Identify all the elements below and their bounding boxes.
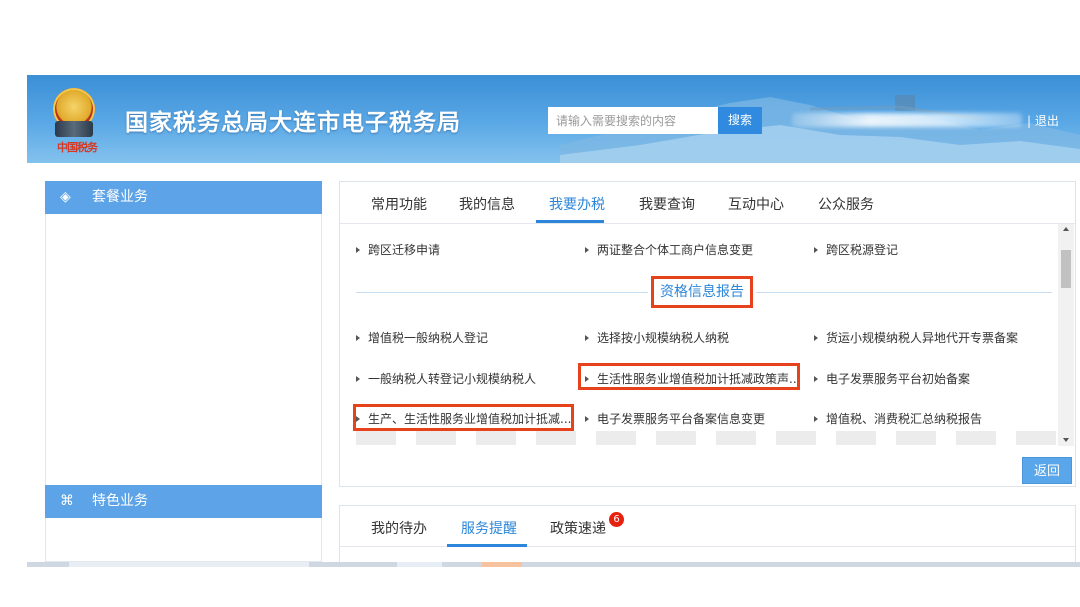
site-header: 中国税务 国家税务总局大连市电子税务局 搜索 | 退出: [27, 75, 1080, 163]
item-label: 货运小规模纳税人异地代开专票备案: [826, 331, 1019, 345]
scroll-down-icon[interactable]: [1063, 438, 1069, 442]
list-item[interactable]: 增值税、消费税汇总纳税报告: [814, 410, 982, 427]
list-item[interactable]: 跨区迁移申请: [356, 241, 440, 258]
scroll-up-icon[interactable]: [1063, 227, 1069, 231]
list-item[interactable]: 一般纳税人转登记小规模纳税人: [356, 370, 536, 387]
scroll-thumb[interactable]: [1061, 250, 1071, 288]
emblem-caption: 中国税务: [57, 141, 98, 154]
arrow-right-icon: [356, 246, 360, 253]
list-item[interactable]: 电子发票服务平台备案信息变更: [585, 410, 765, 427]
list-item[interactable]: 货运小规模纳税人异地代开专票备案: [814, 329, 1018, 346]
tab-common-functions[interactable]: 常用功能: [371, 194, 427, 214]
list-item[interactable]: 电子发票服务平台初始备案: [814, 370, 970, 387]
item-label: 跨区税源登记: [826, 243, 899, 257]
arrow-right-icon: [356, 375, 360, 382]
featured-services-header[interactable]: ⌘ 特色业务: [45, 485, 322, 518]
arrow-right-icon: [356, 334, 360, 341]
tab-my-todo[interactable]: 我的待办: [371, 518, 427, 538]
notification-badge: 6: [609, 512, 624, 527]
notice-panel: 我的待办 服务提醒 政策速递 6: [339, 505, 1076, 567]
package-services-header[interactable]: ◈ 套餐业务: [45, 181, 322, 214]
main-tabs: 常用功能 我的信息 我要办税 我要查询 互动中心 公众服务: [340, 182, 1075, 224]
user-info-redacted: [792, 113, 1022, 127]
list-item[interactable]: 选择按小规模纳税人纳税: [585, 329, 729, 346]
tab-service-reminder[interactable]: 服务提醒: [461, 518, 517, 538]
tab-tax-handling[interactable]: 我要办税: [549, 194, 605, 214]
list-scrollbar[interactable]: [1058, 224, 1074, 446]
list-item[interactable]: 两证整合个体工商户信息变更: [585, 241, 753, 258]
tab-interaction[interactable]: 互动中心: [728, 194, 784, 214]
list-item[interactable]: 跨区税源登记: [814, 241, 898, 258]
item-label: 增值税一般纳税人登记: [368, 331, 489, 345]
active-tab-indicator: [447, 544, 527, 547]
grid-icon: ⌘: [60, 493, 74, 509]
featured-services-label: 特色业务: [92, 493, 148, 509]
tab-my-info[interactable]: 我的信息: [459, 194, 515, 214]
highlight-box: [353, 404, 574, 431]
item-label: 电子发票服务平台初始备案: [826, 372, 971, 386]
arrow-right-icon: [585, 415, 589, 422]
item-label: 选择按小规模纳税人纳税: [597, 331, 730, 345]
site-title: 国家税务总局大连市电子税务局: [125, 110, 461, 136]
item-label: 一般纳税人转登记小规模纳税人: [368, 372, 537, 386]
arrow-right-icon: [585, 334, 589, 341]
emblem-base-icon: [55, 121, 93, 137]
arrow-right-icon: [814, 415, 818, 422]
package-services-body: [45, 214, 322, 486]
arrow-right-icon: [585, 246, 589, 253]
partially-hidden-row: [356, 431, 1056, 445]
search-input[interactable]: [548, 107, 718, 134]
back-button[interactable]: 返回: [1022, 457, 1072, 484]
section-divider-right: [756, 292, 1052, 293]
arrow-right-icon: [814, 246, 818, 253]
highlight-box: [578, 363, 800, 390]
main-service-panel: 常用功能 我的信息 我要办税 我要查询 互动中心 公众服务 跨区迁移申请 两证整…: [339, 181, 1076, 487]
logout-link[interactable]: | 退出: [1027, 112, 1059, 129]
section-divider-left: [356, 292, 648, 293]
item-label: 增值税、消费税汇总纳税报告: [826, 412, 983, 426]
tab-query[interactable]: 我要查询: [639, 194, 695, 214]
active-tab-indicator: [536, 220, 604, 223]
search-button[interactable]: 搜索: [718, 107, 762, 134]
service-list: 跨区迁移申请 两证整合个体工商户信息变更 跨区税源登记 资格信息报告 增值税一般…: [340, 224, 1060, 446]
layers-icon: ◈: [60, 189, 71, 205]
strip-segment: [69, 562, 309, 567]
strip-segment: [482, 562, 522, 567]
arrow-right-icon: [814, 375, 818, 382]
item-label: 跨区迁移申请: [368, 243, 441, 257]
page-bottom-strip: [27, 562, 1080, 567]
tab-public-services[interactable]: 公众服务: [818, 194, 874, 214]
list-item[interactable]: 增值税一般纳税人登记: [356, 329, 488, 346]
item-label: 两证整合个体工商户信息变更: [597, 243, 754, 257]
section-title-qualification-report: 资格信息报告: [651, 276, 753, 308]
arrow-right-icon: [814, 334, 818, 341]
featured-services-body: [45, 518, 322, 562]
item-label: 电子发票服务平台备案信息变更: [597, 412, 766, 426]
package-services-label: 套餐业务: [92, 189, 148, 205]
tab-policy-express[interactable]: 政策速递: [550, 518, 606, 538]
notice-tabs: 我的待办 服务提醒 政策速递 6: [340, 506, 1075, 547]
strip-segment: [397, 562, 442, 567]
